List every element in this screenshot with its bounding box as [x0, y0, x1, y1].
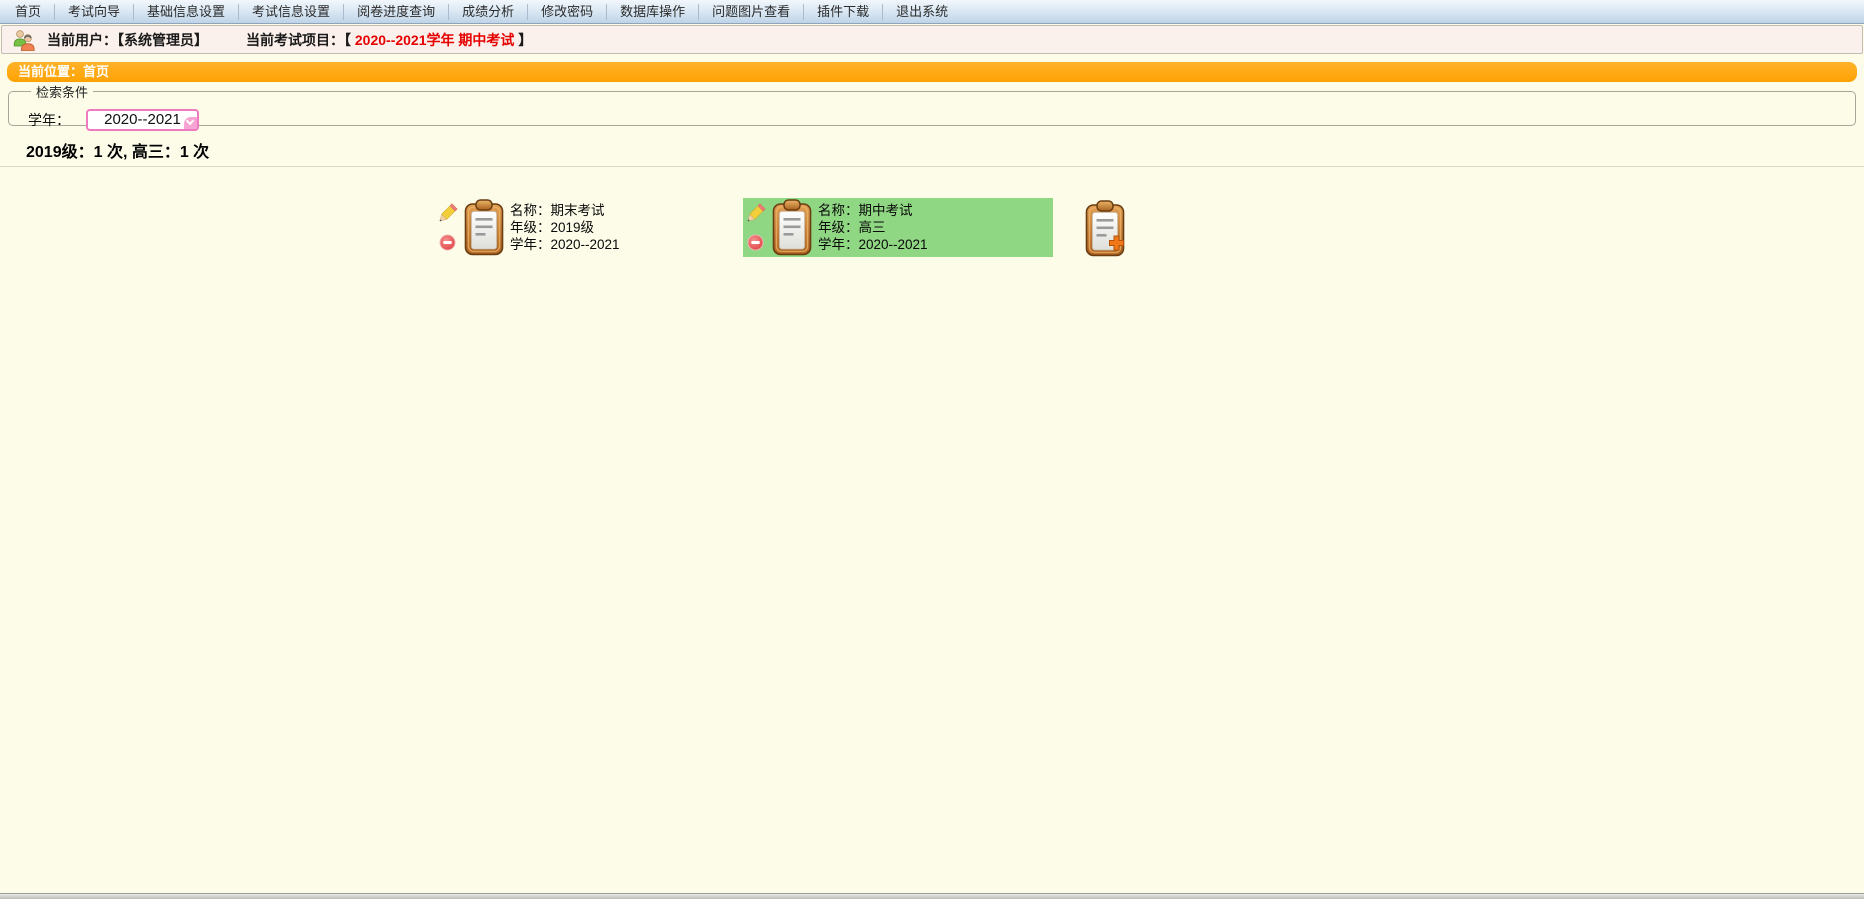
search-condition-legend: 检索条件: [31, 82, 93, 101]
user-group-icon: [11, 28, 37, 51]
menu-item-exam-info-settings[interactable]: 考试信息设置: [239, 4, 344, 20]
school-year-value: 2020--2021: [104, 111, 181, 128]
breadcrumb: 当前位置：首页: [7, 62, 1857, 82]
exam-card-actions: [747, 198, 767, 257]
menu-item-basic-info-settings[interactable]: 基础信息设置: [134, 4, 239, 20]
exam-card-actions: [439, 198, 459, 257]
current-exam-project-text: 当前考试项目：【 2020--2021学年 期中考试 】: [246, 30, 532, 50]
search-condition-panel: 检索条件 学年： 2020--2021: [8, 82, 1856, 126]
exam-year: 学年：2020--2021: [818, 236, 928, 253]
exam-card-final-exam[interactable]: 名称：期末考试 年级：2019级 学年：2020--2021: [435, 198, 621, 257]
exam-card-midterm-exam-selected[interactable]: 名称：期中考试 年级：高三 学年：2020--2021: [743, 198, 1053, 257]
menu-item-plugin-download[interactable]: 插件下载: [804, 4, 883, 20]
top-menu-bar: 首页 考试向导 基础信息设置 考试信息设置 阅卷进度查询 成绩分析 修改密码 数…: [0, 0, 1864, 24]
exam-name: 名称：期中考试: [818, 202, 928, 219]
edit-pencil-icon[interactable]: [747, 203, 767, 222]
menu-item-problem-image-view[interactable]: 问题图片查看: [699, 4, 804, 20]
current-exam-project-value: 2020--2021学年 期中考试: [355, 32, 515, 48]
exam-grade: 年级：高三: [818, 219, 928, 236]
user-info-bar: 当前用户：【系统管理员】 当前考试项目：【 2020--2021学年 期中考试 …: [1, 25, 1863, 54]
add-exam-button[interactable]: [1085, 200, 1125, 257]
school-year-label: 学年：: [28, 110, 70, 130]
exam-name: 名称：期末考试: [510, 202, 620, 219]
menu-item-change-password[interactable]: 修改密码: [528, 4, 607, 20]
exam-year: 学年：2020--2021: [510, 236, 620, 253]
delete-minus-icon[interactable]: [439, 234, 459, 251]
exam-card-details: 名称：期中考试 年级：高三 学年：2020--2021: [818, 198, 928, 257]
horizontal-scrollbar[interactable]: [0, 893, 1864, 899]
clipboard-icon[interactable]: [772, 198, 812, 257]
school-year-select[interactable]: 2020--2021: [86, 109, 199, 131]
menu-item-home[interactable]: 首页: [2, 4, 55, 20]
edit-pencil-icon[interactable]: [439, 203, 459, 222]
menu-item-marking-progress[interactable]: 阅卷进度查询: [344, 4, 449, 20]
exam-card-details: 名称：期末考试 年级：2019级 学年：2020--2021: [510, 198, 620, 257]
exam-count-summary: 2019级：1 次, 高三：1 次: [26, 138, 209, 162]
current-user-text: 当前用户：【系统管理员】: [47, 30, 208, 50]
menu-item-score-analysis[interactable]: 成绩分析: [449, 4, 528, 20]
exam-grade: 年级：2019级: [510, 219, 620, 236]
clipboard-icon[interactable]: [464, 198, 504, 257]
menu-item-logout[interactable]: 退出系统: [883, 4, 961, 20]
section-divider: [0, 166, 1864, 167]
chevron-down-icon[interactable]: [184, 117, 197, 129]
clipboard-add-icon: [1085, 200, 1125, 257]
menu-item-exam-wizard[interactable]: 考试向导: [55, 4, 134, 20]
menu-item-database-operations[interactable]: 数据库操作: [607, 4, 699, 20]
delete-minus-icon[interactable]: [747, 234, 767, 251]
